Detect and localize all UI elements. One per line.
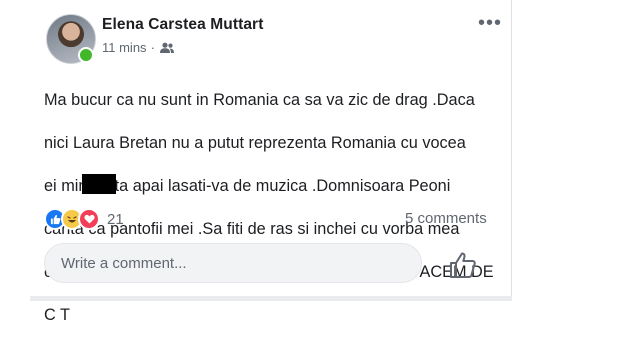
reaction-summary[interactable]: 21 bbox=[44, 208, 124, 230]
page-left-margin bbox=[0, 0, 30, 301]
reaction-count[interactable]: 21 bbox=[107, 211, 124, 228]
post-card: Elena Carstea Muttart 11 mins · ••• Ma b… bbox=[30, 0, 512, 324]
post-timestamp[interactable]: 11 mins bbox=[102, 40, 147, 55]
meta-separator: · bbox=[150, 40, 155, 55]
love-reaction-icon bbox=[78, 208, 100, 230]
comment-input[interactable]: Write a comment... bbox=[44, 243, 422, 283]
post-meta: 11 mins · bbox=[102, 40, 175, 55]
post-text-line: Ma bucur ca nu sunt in Romania ca sa va … bbox=[44, 90, 475, 109]
online-status-icon bbox=[78, 47, 94, 63]
post-text-line: nici Laura Bretan nu a putut reprezenta … bbox=[44, 133, 466, 152]
post-text-line: C T bbox=[44, 305, 70, 324]
comment-placeholder: Write a comment... bbox=[61, 255, 187, 272]
redaction-block bbox=[82, 174, 116, 194]
card-bottom-divider bbox=[30, 296, 512, 301]
page-right-margin bbox=[512, 0, 632, 301]
more-options-icon[interactable]: ••• bbox=[478, 13, 502, 33]
thumbs-up-icon[interactable] bbox=[448, 250, 478, 280]
comments-count-link[interactable]: 5 comments bbox=[405, 210, 487, 227]
friends-icon[interactable] bbox=[159, 42, 175, 54]
author-name[interactable]: Elena Carstea Muttart bbox=[102, 16, 263, 34]
